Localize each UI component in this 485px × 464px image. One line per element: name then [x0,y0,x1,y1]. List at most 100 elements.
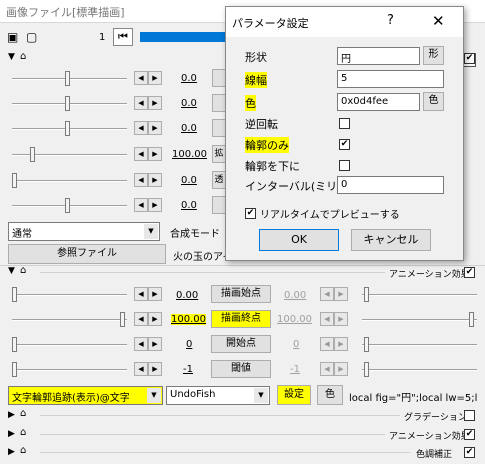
rewind-icon[interactable]: ⏮ [113,28,133,46]
line-width-input[interactable]: 5 [337,70,444,88]
expand-arrow-icon[interactable]: ▶ [8,429,15,439]
draw-start-value[interactable]: 0.00 [176,290,198,301]
draw-start-end-value[interactable]: 0.00 [284,290,306,301]
decrement-button[interactable]: ◀ [134,312,148,326]
param-button[interactable] [212,196,226,214]
collapse-arrow-icon[interactable]: ▼ [8,52,15,62]
decrement-button[interactable]: ◀ [134,147,148,161]
param-button[interactable] [212,69,226,87]
section-enable-checkbox[interactable]: ✔ [464,447,475,458]
slider-thumb[interactable] [12,173,17,188]
increment-button[interactable]: ▶ [148,121,162,135]
slider-thumb[interactable] [12,337,17,352]
transparency-button[interactable]: 透 [212,171,226,189]
base-value[interactable]: 0.0 [181,98,197,109]
outline-only-checkbox[interactable]: ✔ [339,139,350,150]
section-enable-checkbox[interactable] [464,410,475,421]
slider-thumb[interactable] [65,121,70,136]
increment-button[interactable]: ▶ [334,362,348,376]
increment-button[interactable]: ▶ [334,337,348,351]
ref-file-button[interactable]: 参照ファイル [8,244,166,264]
expand-arrow-icon[interactable]: ▶ [8,447,15,457]
collapse-arrow-icon[interactable]: ▼ [8,266,15,276]
draw-end-end-value[interactable]: 100.00 [277,314,312,325]
slider-thumb[interactable] [30,147,35,162]
slider-thumb[interactable] [65,96,70,111]
ok-button[interactable]: OK [259,229,339,251]
draw-end-button[interactable]: 描画終点 [211,310,271,328]
decrement-button[interactable]: ◀ [320,337,334,351]
param-button[interactable] [212,119,226,137]
timeline-bar[interactable] [140,32,228,42]
start-point-button[interactable]: 開始点 [211,335,271,353]
decrement-button[interactable]: ◀ [320,287,334,301]
interval-input[interactable]: 0 [337,176,444,194]
color-input[interactable]: 0x0d4fee [337,93,420,111]
decrement-button[interactable]: ◀ [134,287,148,301]
reverse-checkbox[interactable] [339,118,350,129]
increment-button[interactable]: ▶ [148,71,162,85]
decrement-button[interactable]: ◀ [320,362,334,376]
base-enable-checkbox[interactable]: ✔ [464,53,475,64]
base-value[interactable]: 0.0 [181,123,197,134]
increment-button[interactable]: ▶ [148,312,162,326]
start-point-end-value[interactable]: 0 [293,339,299,350]
script-name-select[interactable]: 文字輪郭追跡(表示)@文字 ▼ [8,386,163,405]
film-icon[interactable]: ▣ [7,30,18,44]
decrement-button[interactable]: ◀ [320,312,334,326]
decrement-button[interactable]: ◀ [134,96,148,110]
script-group-select[interactable]: UndoFish ▼ [166,386,270,405]
base-value[interactable]: 0.0 [181,200,197,211]
shape-button[interactable]: 形 [423,46,444,65]
slider-thumb[interactable] [12,362,17,377]
slider-thumb[interactable] [120,312,125,327]
expand-arrow-icon[interactable]: ▶ [8,410,15,420]
blend-mode-select[interactable]: 通常 ▼ [8,222,160,241]
increment-button[interactable]: ▶ [148,173,162,187]
base-value[interactable]: 0.0 [181,175,197,186]
threshold-button[interactable]: 閾値 [211,360,271,378]
help-icon[interactable]: ? [387,13,394,28]
draw-end-value[interactable]: 100.00 [171,314,206,325]
decrement-button[interactable]: ◀ [134,198,148,212]
settings-button[interactable]: 設定 [277,385,311,405]
threshold-end-value[interactable]: -1 [290,364,300,375]
decrement-button[interactable]: ◀ [134,121,148,135]
outline-below-checkbox[interactable] [339,160,350,171]
decrement-button[interactable]: ◀ [134,173,148,187]
decrement-button[interactable]: ◀ [134,362,148,376]
increment-button[interactable]: ▶ [334,287,348,301]
increment-button[interactable]: ▶ [148,337,162,351]
section-enable-checkbox[interactable]: ✔ [464,429,475,440]
realtime-preview-checkbox[interactable]: ✔ [245,208,256,219]
increment-button[interactable]: ▶ [148,198,162,212]
shape-input[interactable]: 円 [337,47,420,65]
slider-thumb[interactable] [65,71,70,86]
increment-button[interactable]: ▶ [334,312,348,326]
increment-button[interactable]: ▶ [148,362,162,376]
slider-thumb[interactable] [469,312,474,327]
slider-thumb[interactable] [364,337,369,352]
increment-button[interactable]: ▶ [148,147,162,161]
slider-thumb[interactable] [65,198,70,213]
cancel-button[interactable]: キャンセル [351,229,431,251]
increment-button[interactable]: ▶ [148,96,162,110]
threshold-value[interactable]: -1 [183,364,193,375]
slider-thumb[interactable] [12,287,17,302]
anim-enable-checkbox[interactable]: ✔ [464,267,475,278]
param-button[interactable] [212,94,226,112]
decrement-button[interactable]: ◀ [134,71,148,85]
color-pick-button[interactable]: 色 [423,92,444,111]
draw-start-button[interactable]: 描画始点 [211,285,271,303]
increment-button[interactable]: ▶ [148,287,162,301]
decrement-button[interactable]: ◀ [134,337,148,351]
slider-thumb[interactable] [364,287,369,302]
color-button[interactable]: 色 [317,385,343,405]
base-value[interactable]: 0.0 [181,73,197,84]
scale-button[interactable]: 拡 [212,145,226,163]
close-icon[interactable]: ✕ [432,12,445,30]
image-icon[interactable]: ▢ [26,30,37,44]
slider-thumb[interactable] [364,362,369,377]
start-point-value[interactable]: 0 [186,339,192,350]
base-value[interactable]: 100.00 [172,149,207,160]
